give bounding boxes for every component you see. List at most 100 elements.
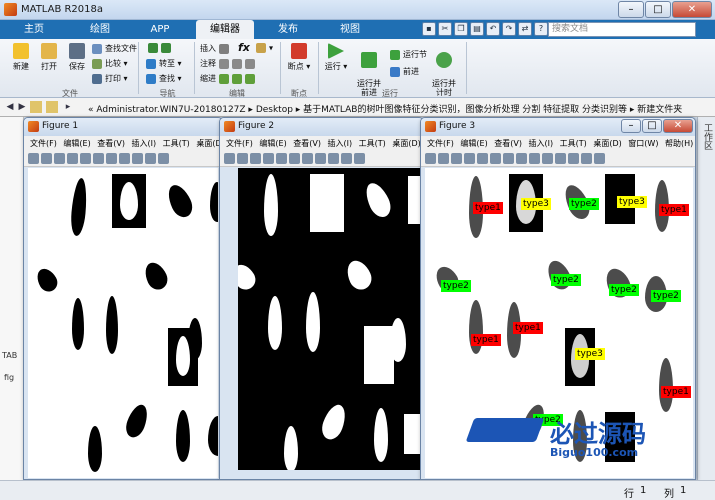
- new-button[interactable]: 新建: [8, 43, 34, 72]
- figure-maximize-button[interactable]: □: [642, 119, 662, 133]
- data-cursor-icon[interactable]: [145, 153, 156, 164]
- folder-path[interactable]: « Administrator.WIN7U-20180127Z ▸ Deskto…: [88, 102, 682, 115]
- close-button[interactable]: ✕: [672, 1, 712, 18]
- rotate-icon[interactable]: [529, 153, 540, 164]
- menu-file[interactable]: 文件(F): [226, 139, 253, 148]
- undo-icon[interactable]: ↶: [486, 22, 500, 36]
- maximize-button[interactable]: □: [645, 1, 671, 18]
- paste-icon[interactable]: ▤: [470, 22, 484, 36]
- rotate-icon[interactable]: [132, 153, 143, 164]
- print-icon[interactable]: [263, 153, 274, 164]
- figure-close-button[interactable]: ✕: [663, 119, 693, 133]
- menu-insert[interactable]: 插入(I): [328, 139, 353, 148]
- nav-arrows[interactable]: [148, 43, 174, 53]
- menu-view[interactable]: 查看(V): [293, 139, 321, 148]
- forward-icon[interactable]: ▶: [16, 101, 28, 113]
- find-files-button[interactable]: 查找文件: [92, 43, 137, 54]
- zoom-in-icon[interactable]: [490, 153, 501, 164]
- save-icon[interactable]: [451, 153, 462, 164]
- menu-help[interactable]: 帮助(H): [665, 139, 693, 148]
- tab-editor[interactable]: 编辑器: [196, 20, 254, 39]
- comment-button[interactable]: 注释: [200, 58, 258, 69]
- tab-apps[interactable]: APP: [140, 20, 180, 39]
- zoom-out-icon[interactable]: [302, 153, 313, 164]
- folder-icon[interactable]: [30, 101, 42, 113]
- figure-minimize-button[interactable]: –: [621, 119, 641, 133]
- up-folder-icon[interactable]: [46, 101, 58, 113]
- help-icon[interactable]: ?: [534, 22, 548, 36]
- menu-tools[interactable]: 工具(T): [359, 139, 386, 148]
- menu-file[interactable]: 文件(F): [30, 139, 57, 148]
- menu-tools[interactable]: 工具(T): [163, 139, 190, 148]
- rotate-icon[interactable]: [328, 153, 339, 164]
- print-button[interactable]: 打印 ▾: [92, 73, 128, 84]
- save-icon[interactable]: [54, 153, 65, 164]
- menu-view[interactable]: 查看(V): [494, 139, 522, 148]
- indent-button[interactable]: 缩进: [200, 73, 258, 84]
- menu-edit[interactable]: 编辑(E): [63, 139, 90, 148]
- new-figure-icon[interactable]: [425, 153, 436, 164]
- menu-edit[interactable]: 编辑(E): [460, 139, 487, 148]
- run-section-button[interactable]: 运行节: [390, 49, 427, 60]
- compare-button[interactable]: 比较 ▾: [92, 58, 128, 69]
- open-icon[interactable]: [237, 153, 248, 164]
- menu-desktop[interactable]: 桌面(D): [392, 139, 420, 148]
- plot-tools-icon[interactable]: [594, 153, 605, 164]
- breakpoints-button[interactable]: 断点 ▾: [285, 43, 313, 72]
- insert-button[interactable]: 插入: [200, 43, 232, 54]
- data-cursor-icon[interactable]: [341, 153, 352, 164]
- tab-home[interactable]: 主页: [14, 20, 54, 39]
- pan-icon[interactable]: [119, 153, 130, 164]
- left-panel-tab[interactable]: TAB: [2, 351, 17, 360]
- zoom-in-icon[interactable]: [289, 153, 300, 164]
- menu-insert[interactable]: 插入(I): [132, 139, 157, 148]
- colorbar-icon[interactable]: [568, 153, 579, 164]
- goto-button[interactable]: 转至 ▾: [146, 58, 182, 69]
- minimize-button[interactable]: –: [618, 1, 644, 18]
- workspace-strip[interactable]: 工作区: [697, 117, 715, 480]
- pointer-icon[interactable]: [80, 153, 91, 164]
- brush-icon[interactable]: [354, 153, 365, 164]
- pan-icon[interactable]: [516, 153, 527, 164]
- legend-icon[interactable]: [581, 153, 592, 164]
- fx-button[interactable]: fx: [238, 41, 250, 54]
- run-button[interactable]: 运行 ▾: [324, 43, 348, 72]
- menu-insert[interactable]: 插入(I): [529, 139, 554, 148]
- fx-dropdown[interactable]: ▾: [256, 43, 273, 53]
- pan-icon[interactable]: [315, 153, 326, 164]
- zoom-in-icon[interactable]: [93, 153, 104, 164]
- switch-icon[interactable]: ⇄: [518, 22, 532, 36]
- open-button[interactable]: 打开: [36, 43, 62, 72]
- advance-button[interactable]: 前进: [390, 66, 419, 77]
- open-icon[interactable]: [438, 153, 449, 164]
- menu-file[interactable]: 文件(F): [427, 139, 454, 148]
- menu-view[interactable]: 查看(V): [97, 139, 125, 148]
- figure-1-window[interactable]: Figure 1 文件(F) 编辑(E) 查看(V) 插入(I) 工具(T) 桌…: [23, 117, 223, 480]
- pointer-icon[interactable]: [477, 153, 488, 164]
- browse-icon[interactable]: ▸: [62, 101, 74, 113]
- new-figure-icon[interactable]: [28, 153, 39, 164]
- tab-plots[interactable]: 绘图: [80, 20, 120, 39]
- left-panel-item[interactable]: fig: [4, 373, 14, 382]
- pointer-icon[interactable]: [276, 153, 287, 164]
- brush-icon[interactable]: [555, 153, 566, 164]
- menu-tools[interactable]: 工具(T): [560, 139, 587, 148]
- zoom-out-icon[interactable]: [106, 153, 117, 164]
- run-and-time-button[interactable]: 运行并 计时: [428, 43, 460, 97]
- back-icon[interactable]: ◀: [4, 101, 16, 113]
- print-icon[interactable]: [67, 153, 78, 164]
- print-icon[interactable]: [464, 153, 475, 164]
- save-icon[interactable]: [250, 153, 261, 164]
- save-button[interactable]: 保存: [64, 43, 90, 72]
- menu-edit[interactable]: 编辑(E): [259, 139, 286, 148]
- menu-window[interactable]: 窗口(W): [628, 139, 658, 148]
- new-figure-icon[interactable]: [224, 153, 235, 164]
- tab-view[interactable]: 视图: [330, 20, 370, 39]
- data-cursor-icon[interactable]: [542, 153, 553, 164]
- search-docs-input[interactable]: 搜索文档: [548, 22, 696, 37]
- zoom-out-icon[interactable]: [503, 153, 514, 164]
- brush-icon[interactable]: [158, 153, 169, 164]
- tab-publish[interactable]: 发布: [268, 20, 308, 39]
- copy-icon[interactable]: ❐: [454, 22, 468, 36]
- figure-2-window[interactable]: Figure 2 文件(F) 编辑(E) 查看(V) 插入(I) 工具(T) 桌…: [219, 117, 424, 480]
